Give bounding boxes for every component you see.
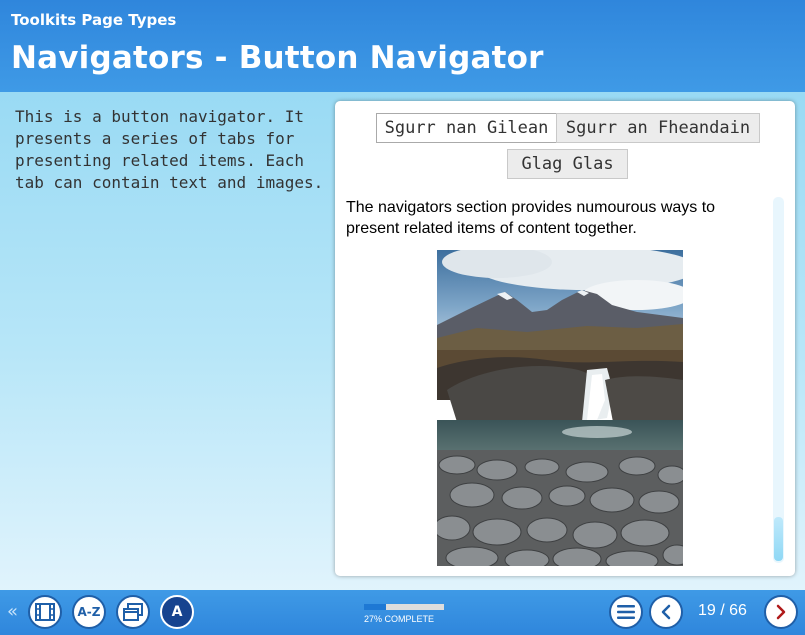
windows-icon — [123, 603, 143, 621]
tab-sgurr-an-fheandain[interactable]: Sgurr an Fheandain — [556, 113, 760, 143]
hamburger-menu-icon — [617, 605, 635, 619]
double-chevron-left-icon[interactable]: « — [7, 601, 18, 622]
progress-label: 27% COMPLETE — [364, 614, 435, 624]
mountain-waterfall-photo — [437, 250, 683, 566]
header-bar: Toolkits Page Types Navigators - Button … — [0, 0, 805, 92]
scrollbar-thumb[interactable] — [774, 517, 783, 561]
app-window: Toolkits Page Types Navigators - Button … — [0, 0, 805, 635]
glossary-button[interactable]: A-Z — [72, 595, 106, 629]
progress-bar — [364, 604, 444, 610]
footer-bar: « A-Z A 27% COMPLETE 19 / 66 — [0, 590, 805, 635]
tab-content-text: The navigators section provides numourou… — [346, 199, 716, 237]
page-title: Navigators - Button Navigator — [11, 40, 544, 76]
progress-fill — [364, 604, 386, 610]
accessibility-label: A — [171, 604, 183, 620]
previous-page-button[interactable] — [649, 595, 683, 629]
course-title: Toolkits Page Types — [11, 11, 177, 29]
navigator-panel: Sgurr nan Gilean Sgurr an Fheandain Glag… — [335, 101, 795, 576]
film-icon — [35, 603, 55, 621]
media-button[interactable] — [28, 595, 62, 629]
content-scrollbar[interactable] — [773, 197, 784, 563]
chevron-left-icon — [661, 604, 671, 620]
intro-text: This is a button navigator. It presents … — [15, 107, 324, 192]
tab-glag-glas[interactable]: Glag Glas — [507, 149, 628, 179]
resources-button[interactable] — [116, 595, 150, 629]
chevron-right-icon — [776, 604, 786, 620]
tab-sgurr-nan-gilean[interactable]: Sgurr nan Gilean — [376, 113, 557, 143]
next-page-button[interactable] — [764, 595, 798, 629]
page-counter: 19 / 66 — [698, 602, 747, 619]
accessibility-button[interactable]: A — [160, 595, 194, 629]
glossary-label: A-Z — [77, 605, 101, 619]
menu-button[interactable] — [609, 595, 643, 629]
